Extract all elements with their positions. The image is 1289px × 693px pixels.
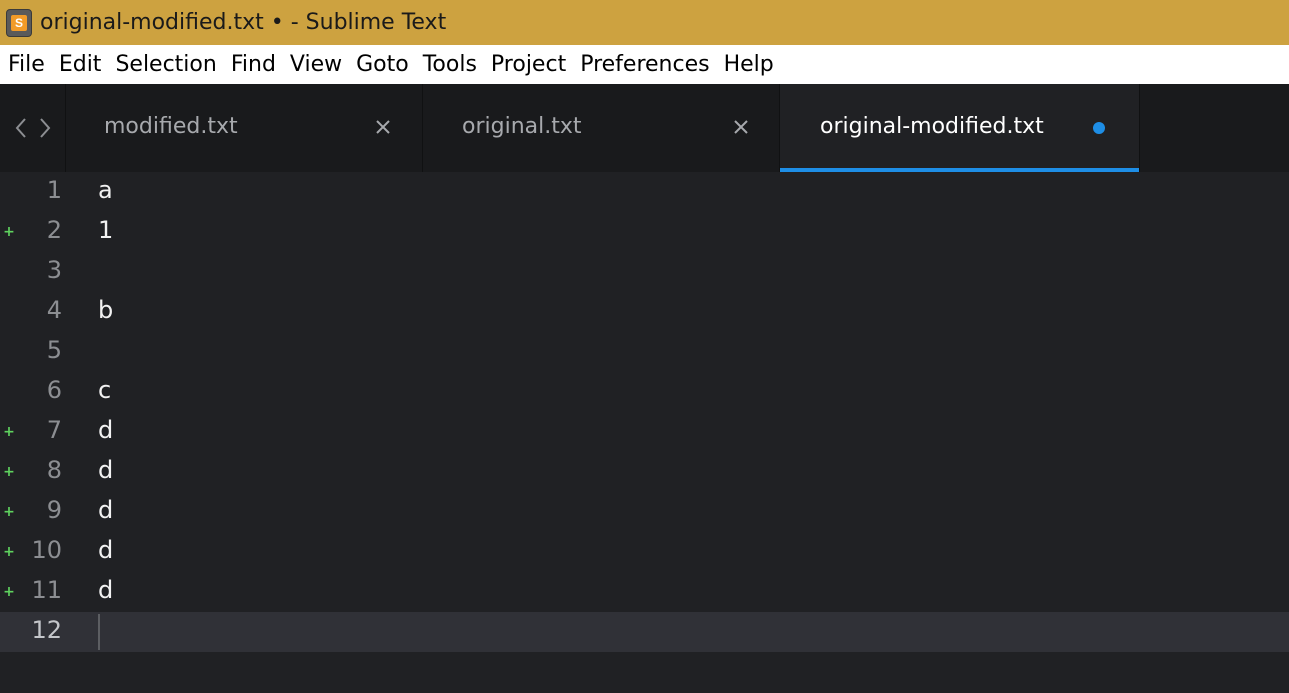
editor-line[interactable]: + 2 1	[0, 212, 1289, 252]
app-icon-letter: S	[11, 14, 27, 31]
line-number: 7	[46, 416, 62, 444]
tab-bar: modified.txt original.txt original-modif…	[0, 84, 1289, 172]
line-text[interactable]: d	[98, 536, 113, 564]
line-number: 12	[31, 616, 62, 644]
close-icon[interactable]	[732, 118, 750, 136]
chevron-right-icon[interactable]	[38, 116, 52, 140]
menu-edit[interactable]: Edit	[52, 52, 109, 77]
line-text[interactable]: d	[98, 456, 113, 484]
line-number: 2	[46, 216, 62, 244]
menu-selection[interactable]: Selection	[108, 52, 223, 77]
editor-line[interactable]: + 11 d	[0, 572, 1289, 612]
line-text[interactable]: d	[98, 576, 113, 604]
menu-goto[interactable]: Goto	[349, 52, 416, 77]
editor-line[interactable]: 4 b	[0, 292, 1289, 332]
tab-label: original.txt	[462, 114, 582, 139]
unsaved-indicator-icon[interactable]	[1093, 122, 1105, 134]
chevron-left-icon[interactable]	[14, 116, 28, 140]
window-title: original-modified.txt • - Sublime Text	[40, 10, 447, 35]
line-number: 11	[31, 576, 62, 604]
tab-navigation	[0, 84, 66, 172]
tab-modified-txt[interactable]: modified.txt	[65, 84, 423, 172]
title-bar: S original-modified.txt • - Sublime Text	[0, 0, 1289, 45]
text-cursor	[98, 614, 100, 650]
menu-view[interactable]: View	[283, 52, 349, 77]
line-text[interactable]: 1	[98, 216, 113, 244]
line-text[interactable]: d	[98, 496, 113, 524]
menu-preferences[interactable]: Preferences	[573, 52, 716, 77]
line-text[interactable]: d	[98, 416, 113, 444]
line-number: 10	[31, 536, 62, 564]
line-number: 1	[46, 176, 62, 204]
line-text[interactable]: c	[98, 376, 111, 404]
menu-find[interactable]: Find	[224, 52, 283, 77]
editor-line[interactable]: 1 a	[0, 172, 1289, 212]
editor-line[interactable]: + 9 d	[0, 492, 1289, 532]
line-text[interactable]: b	[98, 296, 113, 324]
editor-line-current[interactable]: 12	[0, 612, 1289, 652]
menu-project[interactable]: Project	[484, 52, 573, 77]
editor-area[interactable]: 1 a + 2 1 3 4 b 5 6 c + 7 d + 8 d + 9 d …	[0, 172, 1289, 693]
line-number: 3	[46, 256, 62, 284]
editor-line[interactable]: + 8 d	[0, 452, 1289, 492]
editor-line[interactable]: 3	[0, 252, 1289, 292]
menu-help[interactable]: Help	[717, 52, 781, 77]
editor-line[interactable]: 5	[0, 332, 1289, 372]
tab-original-txt[interactable]: original.txt	[423, 84, 780, 172]
menu-tools[interactable]: Tools	[416, 52, 484, 77]
line-number: 6	[46, 376, 62, 404]
line-number: 4	[46, 296, 62, 324]
editor-line[interactable]: 6 c	[0, 372, 1289, 412]
menu-bar: File Edit Selection Find View Goto Tools…	[0, 45, 1289, 84]
editor-line[interactable]: + 7 d	[0, 412, 1289, 452]
menu-file[interactable]: File	[0, 52, 52, 77]
close-icon[interactable]	[374, 118, 392, 136]
line-number: 9	[46, 496, 62, 524]
line-number: 8	[46, 456, 62, 484]
line-text[interactable]: a	[98, 176, 113, 204]
sublime-text-icon[interactable]: S	[6, 8, 32, 37]
line-number: 5	[46, 336, 62, 364]
tab-original-modified-txt[interactable]: original-modified.txt	[780, 84, 1140, 172]
editor-line[interactable]: + 10 d	[0, 532, 1289, 572]
tab-label: original-modified.txt	[820, 114, 1044, 139]
tab-label: modified.txt	[104, 114, 238, 139]
